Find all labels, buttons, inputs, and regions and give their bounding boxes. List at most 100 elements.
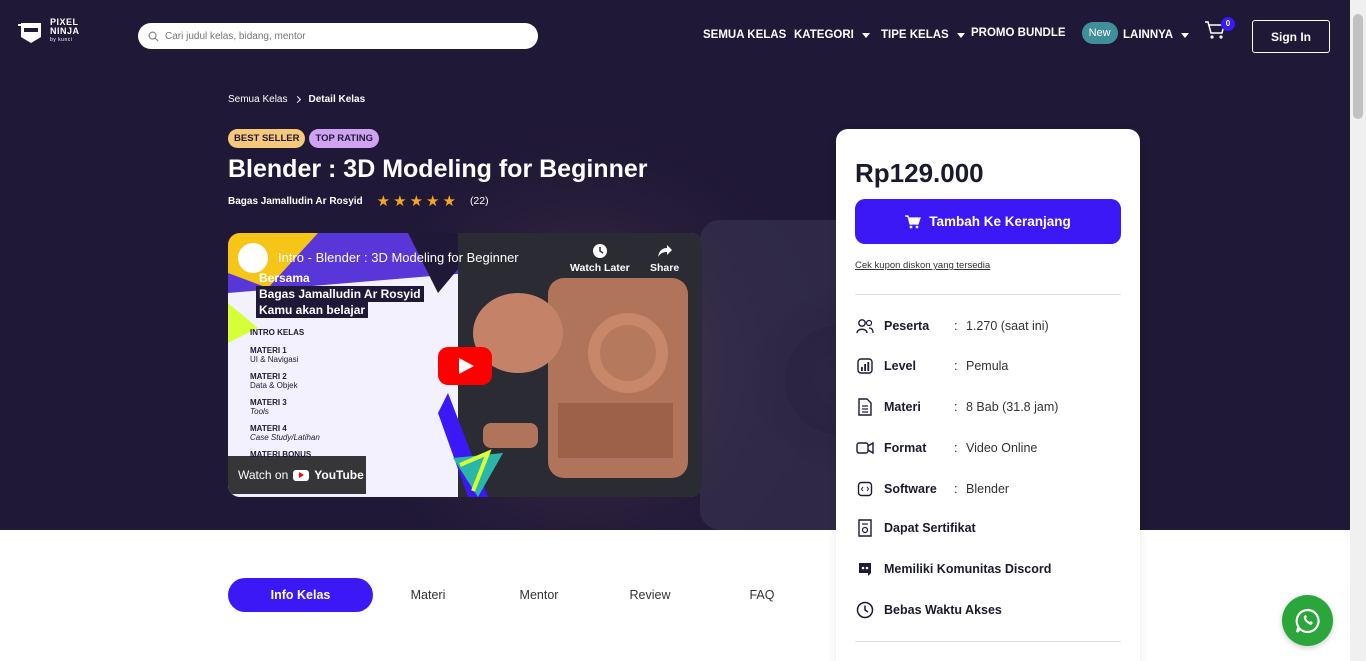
nav-more-label: LAINNYA <box>1123 29 1174 41</box>
feature-row-certificate: Dapat Sertifikat <box>855 518 976 538</box>
info-row-format: Format : Video Online <box>855 438 1037 458</box>
info-row-peserta: Peserta : 1.270 (saat ini) <box>855 316 1049 336</box>
feature-row-discord: Memiliki Komunitas Discord <box>855 559 1051 579</box>
row-label: Format <box>884 441 927 455</box>
tab-mentor[interactable]: Mentor <box>499 578 579 612</box>
tab-faq[interactable]: FAQ <box>722 578 802 612</box>
video-camera-icon <box>855 438 875 458</box>
materi-desc: UI & Navigasi <box>250 355 299 364</box>
info-row-level: Level : Pemula <box>855 356 1008 376</box>
share-label: Share <box>650 262 680 274</box>
users-icon <box>855 316 875 336</box>
list-item: MATERI 1 UI & Navigasi <box>250 346 320 364</box>
chevron-right-icon <box>294 95 302 104</box>
share-icon <box>657 245 672 257</box>
youtube-video-embed[interactable]: Intro - Blender : 3D Modeling for Beginn… <box>228 233 702 497</box>
cart-icon <box>905 214 922 228</box>
row-label: Software <box>884 482 937 496</box>
row-colon: : <box>954 441 958 455</box>
coupon-link[interactable]: Cek kupon diskon yang tersedia <box>855 260 990 271</box>
tab-info-kelas[interactable]: Info Kelas <box>228 578 373 612</box>
breadcrumb-root[interactable]: Semua Kelas <box>228 94 287 105</box>
list-item: MATERI 2 Data & Objek <box>250 372 320 390</box>
row-colon: : <box>954 319 958 333</box>
row-label: Materi <box>884 400 921 414</box>
list-item: MATERI 4 Case Study/Latihan <box>250 424 320 442</box>
page-scrollbar[interactable] <box>1350 0 1366 661</box>
materi-title: MATERI 2 <box>250 372 287 381</box>
info-row-software: Software : Blender <box>855 479 1009 499</box>
course-title: Blender : 3D Modeling for Beginner <box>228 155 648 183</box>
add-to-cart-label: Tambah Ke Keranjang <box>929 214 1071 229</box>
video-materi-list: INTRO KELAS MATERI 1 UI & Navigasi MATERI… <box>250 328 320 467</box>
row-label: Level <box>884 359 916 373</box>
ninja-logo-icon <box>18 22 41 43</box>
video-heading-2: Bagas Jamalludin Ar Rosyid <box>256 286 424 302</box>
scrollbar-thumb[interactable] <box>1353 14 1363 119</box>
nav-all-classes[interactable]: SEMUA KELAS <box>703 29 786 41</box>
row-colon: : <box>954 482 958 496</box>
rating-stars: ★ ★ ★ ★ ★ <box>377 192 456 210</box>
row-value: 1.270 (saat ini) <box>966 319 1049 333</box>
course-meta: Bagas Jamalludin Ar Rosyid ★ ★ ★ ★ ★ (22… <box>228 192 489 210</box>
pixel-ninja-logo[interactable]: PIXEL NINJA by kunci <box>18 18 80 45</box>
chevron-down-icon <box>956 32 965 38</box>
watch-on-youtube-button[interactable]: Watch on YouTube <box>228 456 366 494</box>
play-button[interactable] <box>438 347 492 385</box>
materi-title: MATERI 1 <box>250 346 287 355</box>
materi-desc: Tools <box>250 407 269 416</box>
cart-count-badge: 0 <box>1221 17 1235 31</box>
star-icon: ★ <box>409 193 424 210</box>
feature-label: Bebas Waktu Akses <box>884 603 1002 617</box>
nav-category[interactable]: KATEGORI <box>794 29 870 41</box>
youtube-label: YouTube <box>314 468 364 482</box>
video-heading-1: Bersama <box>259 271 310 285</box>
breadcrumb-current: Detail Kelas <box>308 94 366 105</box>
course-price: Rp129.000 <box>855 158 984 188</box>
whatsapp-icon <box>1295 608 1320 633</box>
materi-desc: Case Study/Latihan <box>250 433 320 442</box>
divider <box>855 294 1121 295</box>
sign-in-button[interactable]: Sign In <box>1252 20 1330 53</box>
star-icon: ★ <box>442 193 456 210</box>
channel-avatar[interactable] <box>238 243 268 273</box>
price-card: Rp129.000 Tambah Ke Keranjang Cek kupon … <box>836 129 1140 661</box>
top-navbar: PIXEL NINJA by kunci SEMUA KELAS KATEGOR… <box>0 0 1350 72</box>
breadcrumb: Semua Kelas Detail Kelas <box>228 94 365 105</box>
add-to-cart-button[interactable]: Tambah Ke Keranjang <box>855 199 1121 244</box>
search-bar[interactable] <box>138 23 538 49</box>
search-input[interactable] <box>165 30 525 42</box>
feature-label: Memiliki Komunitas Discord <box>884 562 1052 576</box>
chevron-down-icon <box>1181 32 1190 38</box>
mentor-name[interactable]: Bagas Jamalludin Ar Rosyid <box>228 196 363 207</box>
nav-more[interactable]: LAINNYA <box>1123 29 1190 41</box>
level-chart-icon <box>855 356 875 376</box>
discord-icon <box>855 559 875 579</box>
clock-icon <box>855 600 875 620</box>
logo-subtext: by kunci <box>50 37 73 43</box>
star-icon: ★ <box>393 193 407 210</box>
certificate-icon <box>855 518 875 538</box>
star-icon: ★ <box>426 193 440 210</box>
nav-class-type[interactable]: TIPE KELAS <box>881 29 965 41</box>
row-label: Peserta <box>884 319 930 333</box>
row-value: 8 Bab (31.8 jam) <box>966 400 1059 414</box>
clock-icon <box>592 244 607 258</box>
video-title[interactable]: Intro - Blender : 3D Modeling for Beginn… <box>278 250 519 265</box>
nav-all-classes-label: SEMUA KELAS <box>703 29 787 41</box>
feature-row-time: Bebas Waktu Akses <box>855 600 1002 620</box>
row-value: Blender <box>966 482 1010 496</box>
logo-text-line2: NINJA <box>50 26 80 36</box>
whatsapp-chat-button[interactable] <box>1282 595 1333 646</box>
nav-promo-bundle[interactable]: PROMO BUNDLE New <box>971 22 1118 44</box>
tab-review[interactable]: Review <box>610 578 690 612</box>
nav-promo-label: PROMO BUNDLE <box>971 27 1066 39</box>
materi-desc: Data & Objek <box>250 381 298 390</box>
share-button[interactable]: Share <box>650 243 679 274</box>
best-seller-badge: BEST SELLER <box>228 129 306 148</box>
star-icon: ★ <box>376 193 391 210</box>
tab-materi[interactable]: Materi <box>388 578 468 612</box>
video-heading-3: Kamu akan belajar <box>256 302 369 318</box>
rating-count: (22) <box>469 195 489 207</box>
watch-later-button[interactable]: Watch Later <box>570 243 630 274</box>
